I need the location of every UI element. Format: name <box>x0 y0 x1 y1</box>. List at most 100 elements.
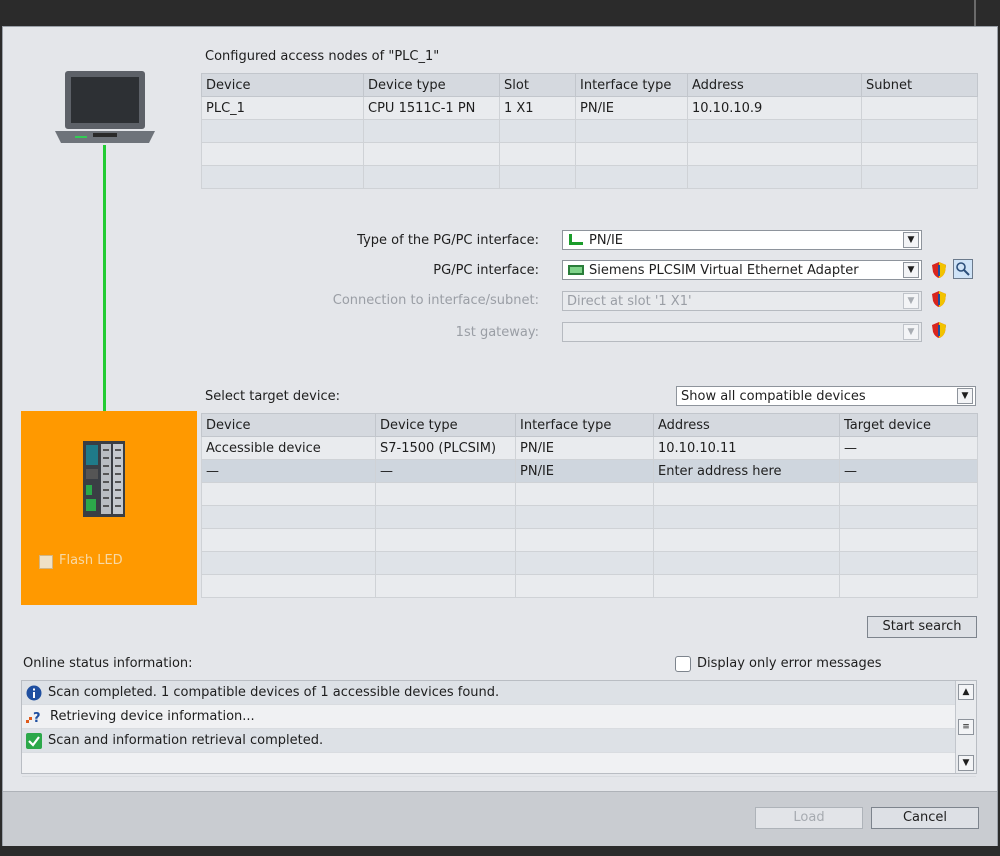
table-row[interactable] <box>201 482 978 506</box>
network-icon <box>569 234 583 245</box>
target-col-header[interactable]: Interface type <box>515 413 654 437</box>
table-cell[interactable] <box>653 482 840 506</box>
pgpc-interface-select[interactable]: Siemens PLCSIM Virtual Ethernet Adapter … <box>562 260 922 280</box>
connection-select[interactable]: Direct at slot '1 X1' ▼ <box>562 291 922 311</box>
pgpc-type-select[interactable]: PN/IE ▼ <box>562 230 922 250</box>
table-cell <box>363 119 500 143</box>
shield-icon[interactable] <box>931 261 947 279</box>
table-row[interactable] <box>201 505 978 529</box>
status-message[interactable]: ? Retrieving device information... <box>22 705 976 729</box>
error-only-checkbox[interactable] <box>675 656 691 672</box>
pgpc-type-label: Type of the PG/PC interface: <box>357 233 539 248</box>
table-cell <box>499 165 576 189</box>
pg-pc-icon <box>55 71 155 143</box>
flash-led-checkbox[interactable] <box>39 555 53 569</box>
target-device-panel: Flash LED <box>21 411 197 605</box>
configured-nodes-heading: Configured access nodes of "PLC_1" <box>205 49 440 64</box>
table-cell[interactable]: 10.10.10.11 <box>653 436 840 460</box>
configured-col-header[interactable]: Address <box>687 73 862 97</box>
table-cell <box>201 528 376 552</box>
table-cell <box>375 505 516 529</box>
table-cell[interactable] <box>653 574 840 598</box>
load-button[interactable]: Load <box>755 807 863 829</box>
table-row[interactable]: Accessible device S7-1500 (PLCSIM) PN/IE 10… <box>201 436 978 460</box>
scroll-up-icon[interactable]: ▲ <box>958 684 974 700</box>
status-message[interactable]: Scan and information retrieval completed… <box>22 729 976 753</box>
gateway-label: 1st gateway: <box>455 325 539 340</box>
cancel-button[interactable]: Cancel <box>871 807 979 829</box>
target-col-header[interactable]: Address <box>653 413 840 437</box>
status-message-text: Scan and information retrieval completed… <box>48 733 324 748</box>
gateway-select[interactable]: ▼ <box>562 322 922 342</box>
table-cell: 1 X1 <box>499 96 576 120</box>
table-cell <box>575 119 688 143</box>
configured-col-header[interactable]: Device <box>201 73 364 97</box>
table-cell: Accessible device <box>201 436 376 460</box>
scroll-down-icon[interactable]: ▼ <box>958 755 974 771</box>
table-cell <box>515 574 654 598</box>
table-cell: — <box>839 436 978 460</box>
check-icon <box>26 732 42 749</box>
table-cell: PN/IE <box>515 436 654 460</box>
table-cell <box>499 142 576 166</box>
load-dialog-window: Configured access nodes of "PLC_1" Devic… <box>0 0 1000 856</box>
table-cell[interactable] <box>653 528 840 552</box>
table-cell <box>839 505 978 529</box>
shield-icon[interactable] <box>931 321 947 339</box>
magnifier-icon <box>956 262 970 276</box>
status-scrollbar[interactable]: ▲ ≡ ▼ <box>955 681 976 773</box>
target-col-header[interactable]: Device <box>201 413 376 437</box>
start-search-button[interactable]: Start search <box>867 616 977 638</box>
target-col-header[interactable]: Device type <box>375 413 516 437</box>
chevron-down-icon[interactable]: ▼ <box>903 262 919 278</box>
chevron-down-icon[interactable]: ▼ <box>957 388 973 404</box>
table-cell[interactable] <box>653 505 840 529</box>
configured-col-header[interactable]: Interface type <box>575 73 688 97</box>
bottom-edge <box>0 846 1000 856</box>
shield-icon[interactable] <box>931 290 947 308</box>
configured-col-header[interactable]: Subnet <box>861 73 978 97</box>
table-row[interactable] <box>201 528 978 552</box>
table-cell: S7-1500 (PLCSIM) <box>375 436 516 460</box>
table-cell <box>839 528 978 552</box>
configured-col-header[interactable]: Device type <box>363 73 500 97</box>
table-cell <box>839 551 978 575</box>
pgpc-interface-value: Siemens PLCSIM Virtual Ethernet Adapter <box>589 262 859 278</box>
table-row[interactable] <box>201 142 978 166</box>
table-cell: — <box>201 459 376 483</box>
table-cell <box>687 142 862 166</box>
table-row[interactable]: — — PN/IE Enter address here — <box>201 459 978 483</box>
table-row[interactable] <box>201 551 978 575</box>
plc-device-icon <box>83 441 125 517</box>
status-message-text: Retrieving device information... <box>50 709 255 724</box>
status-message[interactable] <box>22 753 976 777</box>
scroll-thumb[interactable]: ≡ <box>958 719 974 735</box>
table-row[interactable] <box>201 119 978 143</box>
chevron-down-icon[interactable]: ▼ <box>903 232 919 248</box>
chevron-down-icon[interactable]: ▼ <box>903 293 919 309</box>
svg-text:?: ? <box>33 711 41 725</box>
target-filter-select[interactable]: Show all compatible devices ▼ <box>676 386 976 406</box>
connection-label: Connection to interface/subnet: <box>332 293 539 308</box>
table-row[interactable] <box>201 165 978 189</box>
table-cell[interactable]: Enter address here <box>653 459 840 483</box>
table-row[interactable]: PLC_1 CPU 1511C-1 PN 1 X1 PN/IE 10.10.10.9 <box>201 96 978 120</box>
table-cell <box>201 551 376 575</box>
table-cell[interactable] <box>653 551 840 575</box>
pgpc-interface-label: PG/PC interface: <box>433 263 539 278</box>
table-cell <box>575 142 688 166</box>
chevron-down-icon[interactable]: ▼ <box>903 324 919 340</box>
table-cell <box>515 482 654 506</box>
table-cell <box>201 165 364 189</box>
table-cell: — <box>375 459 516 483</box>
table-cell: CPU 1511C-1 PN <box>363 96 500 120</box>
table-cell <box>839 574 978 598</box>
table-row[interactable] <box>201 574 978 598</box>
info-icon <box>26 685 42 701</box>
target-col-header[interactable]: Target device <box>839 413 978 437</box>
search-properties-button[interactable] <box>953 259 973 279</box>
table-cell <box>375 528 516 552</box>
ethernet-adapter-icon <box>568 265 584 275</box>
configured-col-header[interactable]: Slot <box>499 73 576 97</box>
status-message[interactable]: Scan completed. 1 compatible devices of … <box>22 681 976 705</box>
